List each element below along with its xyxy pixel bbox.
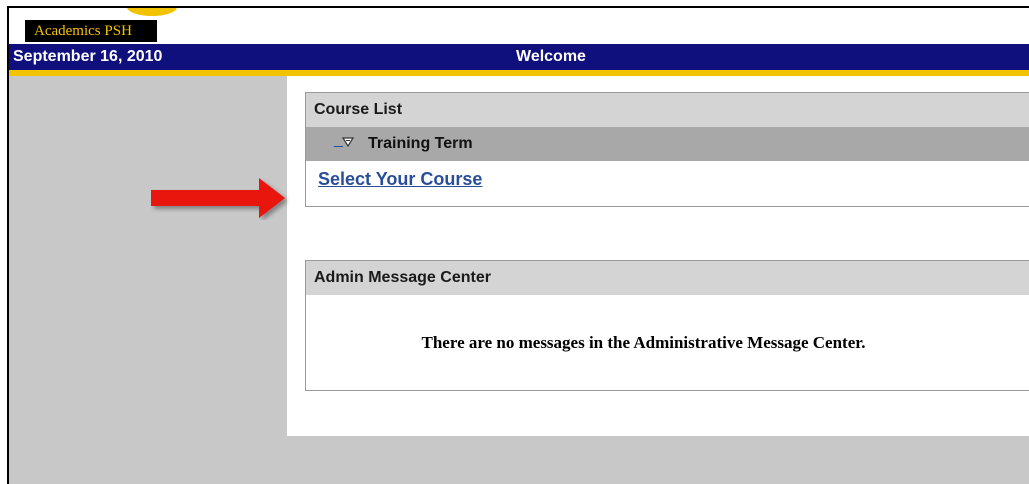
select-your-course-link[interactable]: Select Your Course — [318, 169, 482, 190]
left-sidebar — [9, 76, 287, 484]
course-list-panel: Course List _ Training Term Select Your … — [305, 92, 1029, 207]
collapse-triangle-icon[interactable] — [342, 136, 354, 148]
admin-message-text: There are no messages in the Administrat… — [421, 333, 866, 352]
header-bar: September 16, 2010 Welcome — [9, 44, 1029, 76]
bottom-band — [287, 436, 1029, 484]
app-frame: Academics PSH September 16, 2010 Welcome… — [7, 6, 1029, 484]
header-title: Welcome — [516, 48, 586, 65]
term-row[interactable]: _ Training Term — [306, 127, 1029, 161]
admin-message-title: Admin Message Center — [306, 261, 1029, 295]
tab-academics-psh[interactable]: Academics PSH — [25, 20, 157, 42]
red-arrow-icon — [151, 178, 285, 218]
course-list-title: Course List — [306, 93, 1029, 127]
term-label: Training Term — [368, 135, 473, 152]
header-date: September 16, 2010 — [13, 48, 163, 65]
admin-message-panel: Admin Message Center There are no messag… — [305, 260, 1029, 391]
tab-decoration — [127, 8, 177, 16]
